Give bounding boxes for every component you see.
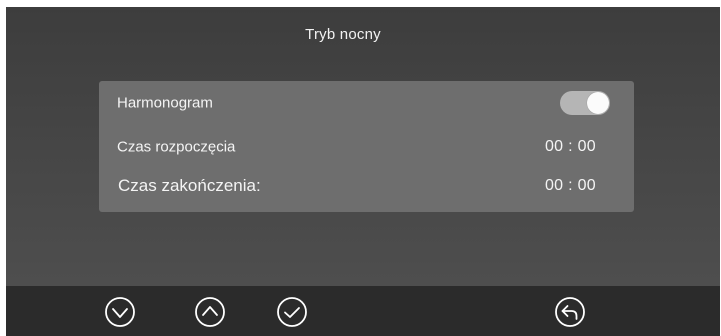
confirm-button[interactable] [276, 296, 308, 328]
back-button[interactable] [554, 296, 586, 328]
start-time-row[interactable]: Czas rozpoczęcia 00 : 00 [99, 132, 634, 162]
schedule-toggle[interactable] [560, 91, 610, 115]
start-time-value[interactable]: 00 : 00 [545, 138, 596, 156]
bottom-nav-bar [6, 286, 720, 336]
end-time-row[interactable]: Czas zakończenia: 00 : 00 [99, 171, 634, 201]
schedule-label: Harmonogram [117, 94, 213, 112]
start-time-label: Czas rozpoczęcia [117, 138, 236, 156]
device-screen: Tryb nocny Harmonogram Czas rozpoczęcia … [0, 0, 721, 336]
chevron-down-icon [105, 297, 135, 327]
chevron-up-icon [195, 297, 225, 327]
page-title: Tryb nocny [305, 26, 381, 43]
night-mode-screen: Tryb nocny Harmonogram Czas rozpoczęcia … [6, 7, 720, 286]
down-button[interactable] [104, 296, 136, 328]
end-time-label: Czas zakończenia: [118, 176, 261, 195]
settings-panel: Harmonogram Czas rozpoczęcia 00 : 00 Cza… [99, 81, 634, 212]
check-icon [277, 297, 307, 327]
end-time-value[interactable]: 00 : 00 [545, 177, 596, 195]
toggle-knob [587, 92, 609, 114]
schedule-row[interactable]: Harmonogram [99, 88, 634, 118]
back-icon [555, 297, 585, 327]
up-button[interactable] [194, 296, 226, 328]
